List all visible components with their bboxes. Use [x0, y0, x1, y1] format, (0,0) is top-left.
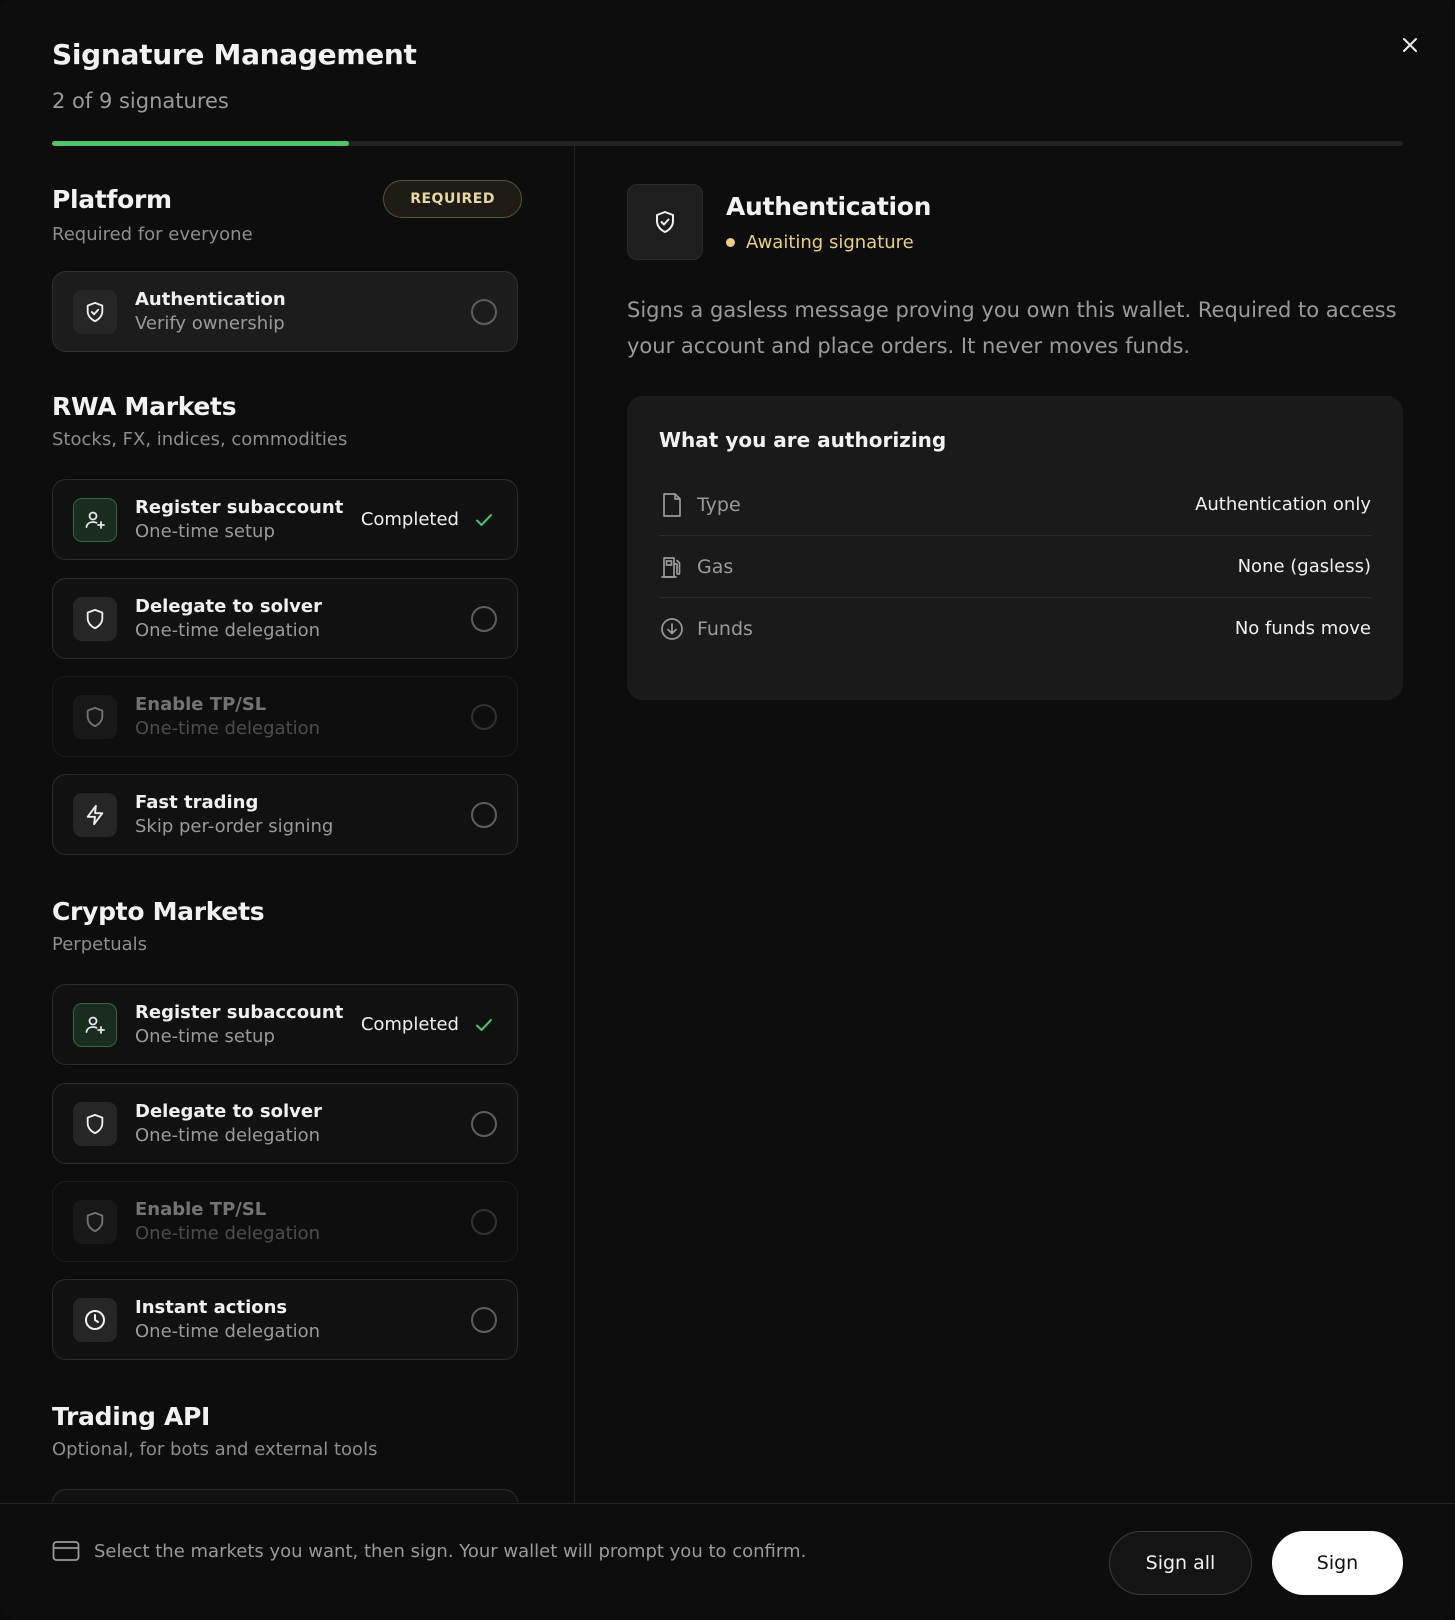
column-divider — [574, 146, 575, 1504]
sign-all-button[interactable]: Sign all — [1109, 1531, 1252, 1595]
item-title: Instant actions — [135, 1297, 288, 1318]
detail-title: Authentication — [726, 192, 932, 221]
item-subtitle: One-time setup — [135, 1026, 275, 1047]
signature-item-partial[interactable] — [52, 1489, 518, 1502]
summary-title: What you are authorizing — [659, 428, 947, 452]
modal-title: Signature Management — [52, 38, 417, 71]
completed-status: Completed — [361, 1014, 493, 1035]
item-subtitle: One-time delegation — [135, 620, 321, 641]
signature-item-instant-actions[interactable]: Instant actions One-time delegation — [52, 1279, 518, 1360]
section-trading-api: Trading API Optional, for bots and exter… — [52, 1402, 522, 1460]
section-title: Crypto Markets — [52, 897, 265, 926]
signature-item-enable-tp-sl[interactable]: Enable TP/SL One-time delegation — [52, 1181, 518, 1262]
summary-row-type: Type Authentication only — [659, 474, 1371, 536]
item-subtitle: Verify ownership — [135, 313, 285, 334]
signature-count: 2 of 9 signatures — [52, 89, 229, 113]
section-title: RWA Markets — [52, 392, 237, 421]
arrow-down-circle-icon — [659, 617, 685, 641]
row-value: Authentication only — [1195, 494, 1371, 515]
section-description: Required for everyone — [52, 224, 253, 245]
select-radio[interactable] — [471, 1208, 497, 1235]
item-subtitle: One-time setup — [135, 521, 275, 542]
item-title: Authentication — [135, 289, 286, 310]
item-title: Enable TP/SL — [135, 694, 267, 715]
completed-label: Completed — [360, 1014, 459, 1035]
section-rwa-markets: RWA Markets Stocks, FX, indices, commodi… — [52, 392, 522, 450]
signature-detail-panel: Authentication Awaiting signature Signs … — [627, 184, 1403, 700]
status-text: Awaiting signature — [746, 232, 914, 253]
completed-status: Completed — [361, 509, 493, 530]
clock-icon — [73, 1297, 117, 1342]
user-plus-icon — [73, 497, 117, 542]
wallet-icon — [52, 1541, 80, 1561]
select-radio[interactable] — [471, 298, 497, 325]
modal-footer: Select the markets you want, then sign. … — [0, 1503, 1455, 1620]
summary-row-funds: Funds No funds move — [659, 598, 1371, 659]
row-label: Gas — [697, 555, 734, 578]
select-radio[interactable] — [471, 1306, 497, 1333]
checkmark-icon — [476, 1018, 492, 1031]
signature-item-fast-trading[interactable]: Fast trading Skip per-order signing — [52, 774, 518, 855]
signature-item-delegate-to-solver[interactable]: Delegate to solver One-time delegation — [52, 1083, 518, 1164]
document-icon — [659, 492, 685, 518]
section-crypto-markets: Crypto Markets Perpetuals — [52, 897, 522, 955]
shield-check-icon — [73, 289, 117, 334]
select-radio[interactable] — [471, 605, 497, 632]
item-subtitle: Skip per-order signing — [135, 816, 334, 837]
item-subtitle: One-time delegation — [135, 1125, 321, 1146]
shield-icon — [73, 1199, 117, 1244]
signature-modal: Signature Management 2 of 9 signatures P… — [0, 0, 1455, 1620]
close-button[interactable] — [1395, 30, 1425, 60]
item-title: Delegate to solver — [135, 596, 322, 617]
signature-item-register-subaccount[interactable]: Register subaccount One-time setup Compl… — [52, 984, 518, 1065]
select-radio[interactable] — [471, 1110, 497, 1137]
detail-description: Signs a gasless message proving you own … — [627, 298, 1397, 358]
section-description: Perpetuals — [52, 934, 148, 955]
signature-list[interactable]: Platform REQUIRED Required for everyone … — [52, 146, 522, 1502]
user-plus-icon — [73, 1002, 117, 1047]
section-title: Platform — [52, 184, 172, 214]
footer-message: Select the markets you want, then sign. … — [94, 1540, 807, 1562]
row-label: Type — [697, 493, 741, 516]
shield-icon — [73, 596, 117, 641]
row-value: No funds move — [1234, 618, 1371, 639]
item-title: Register subaccount — [135, 497, 344, 518]
shield-icon — [73, 694, 117, 739]
sign-button[interactable]: Sign — [1272, 1531, 1403, 1595]
section-description: Stocks, FX, indices, commodities — [52, 429, 348, 450]
item-subtitle: One-time delegation — [135, 1223, 321, 1244]
authorization-summary: What you are authorizing Type Authentica… — [627, 396, 1403, 700]
modal-header: Signature Management 2 of 9 signatures — [52, 38, 417, 113]
close-icon — [1403, 38, 1417, 52]
item-title: Delegate to solver — [135, 1101, 322, 1122]
status-dot — [726, 238, 735, 247]
section-platform: Platform REQUIRED Required for everyone — [52, 180, 522, 245]
required-badge: REQUIRED — [383, 180, 522, 218]
item-subtitle: One-time delegation — [135, 1321, 321, 1342]
shield-icon — [73, 1101, 117, 1146]
footer-hint: Select the markets you want, then sign. … — [52, 1540, 806, 1562]
lightning-icon — [73, 792, 117, 837]
signature-item-enable-tp-sl[interactable]: Enable TP/SL One-time delegation — [52, 676, 518, 757]
item-title: Register subaccount — [135, 1002, 344, 1023]
summary-row-gas: Gas None (gasless) — [659, 536, 1371, 598]
section-title: Trading API — [52, 1402, 211, 1431]
signature-item-authentication[interactable]: Authentication Verify ownership — [52, 271, 518, 352]
fuel-pump-icon — [659, 555, 685, 579]
row-label: Funds — [697, 617, 753, 640]
select-radio[interactable] — [471, 703, 497, 730]
section-description: Optional, for bots and external tools — [52, 1439, 378, 1460]
status-indicator: Awaiting signature — [726, 232, 931, 253]
checkmark-icon — [476, 513, 492, 526]
shield-check-icon — [627, 184, 703, 260]
item-title: Fast trading — [135, 792, 259, 813]
signature-item-delegate-to-solver[interactable]: Delegate to solver One-time delegation — [52, 578, 518, 659]
row-value: None (gasless) — [1237, 556, 1371, 577]
item-title: Enable TP/SL — [135, 1199, 267, 1220]
item-subtitle: One-time delegation — [135, 718, 321, 739]
signature-item-register-subaccount[interactable]: Register subaccount One-time setup Compl… — [52, 479, 518, 560]
select-radio[interactable] — [471, 801, 497, 828]
completed-label: Completed — [360, 509, 459, 530]
